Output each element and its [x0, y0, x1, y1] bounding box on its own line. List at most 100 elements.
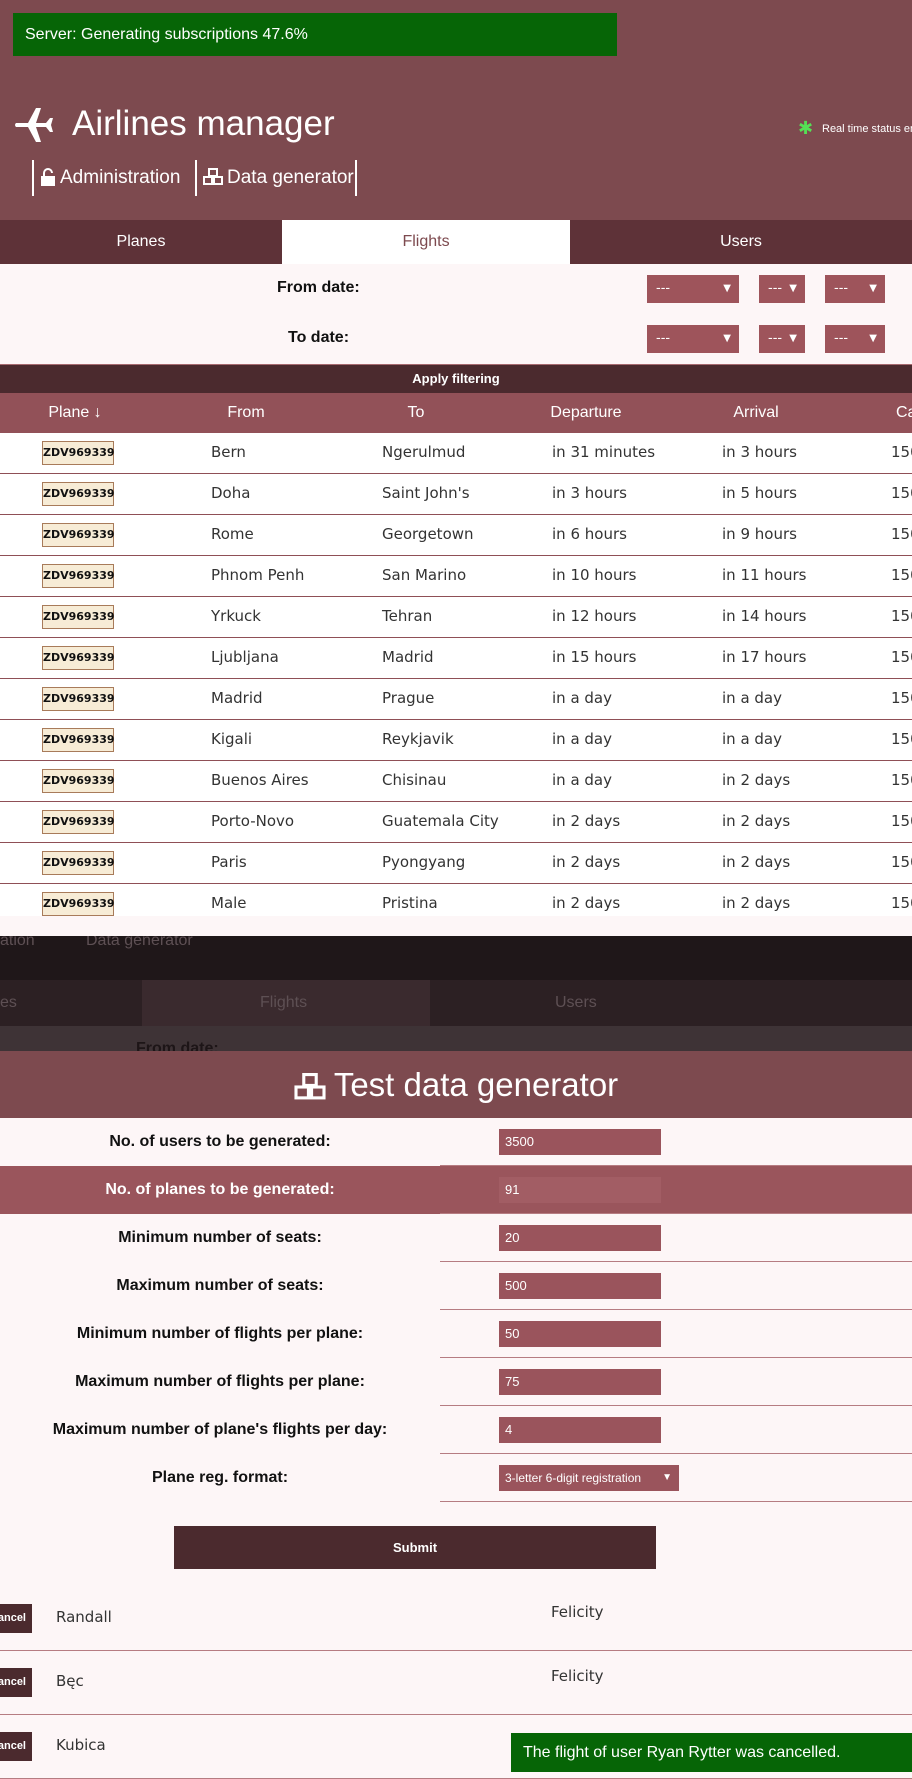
airplane-icon	[15, 108, 53, 142]
tab-planes[interactable]: Planes	[0, 220, 282, 264]
table-row[interactable]: ZDV969339 Buenos Aires Chisinau in a day in …	[0, 761, 912, 802]
cell-departure: in a day	[552, 730, 612, 748]
chevron-down-icon: ▼	[723, 283, 731, 294]
column-header-departure[interactable]: Departure	[536, 393, 636, 433]
realtime-status-text: Real time status en	[822, 123, 912, 135]
cell-to: Pyongyang	[382, 853, 466, 871]
cell-capacity: 150	[891, 484, 912, 502]
cancel-button[interactable]: ancel	[0, 1604, 32, 1633]
to-date-label: To date:	[288, 329, 350, 346]
column-header-from[interactable]: From	[196, 393, 296, 433]
user-secondary: Felicity	[551, 1603, 604, 1621]
generator-field-input[interactable]: 500	[499, 1273, 661, 1299]
table-row[interactable]: ZDV969339 Ljubljana Madrid in 15 hours in 17…	[0, 638, 912, 679]
generator-field-row: Maximum number of flights per plane: 75	[0, 1358, 912, 1406]
table-row[interactable]: ZDV969339 Paris Pyongyang in 2 days in 2 day…	[0, 843, 912, 884]
plane-registration-badge[interactable]: ZDV969339	[42, 646, 115, 670]
plane-registration-badge[interactable]: ZDV969339	[42, 523, 115, 547]
cell-arrival: in 3 hours	[722, 443, 797, 461]
column-header-to[interactable]: To	[366, 393, 466, 433]
submit-button[interactable]: Submit	[174, 1526, 656, 1569]
nav-data-generator-label: Data generator	[227, 167, 354, 188]
nav-data-generator[interactable]: Data generator	[195, 160, 357, 196]
apply-filtering-button[interactable]: Apply filtering	[0, 365, 912, 393]
generator-field-row: Minimum number of seats: 20	[0, 1214, 912, 1262]
cell-from: Porto-Novo	[211, 812, 295, 830]
list-item: ancel Randall Felicity	[0, 1587, 912, 1651]
table-row[interactable]: ZDV969339 Kigali Reykjavik in a day in a day…	[0, 720, 912, 761]
cell-departure: in 2 days	[552, 894, 621, 912]
cell-departure: in 10 hours	[552, 566, 637, 584]
cell-arrival: in a day	[722, 730, 782, 748]
plane-registration-badge[interactable]: ZDV969339	[42, 564, 115, 588]
plane-registration-badge[interactable]: ZDV969339	[42, 810, 115, 834]
table-row[interactable]: ZDV969339 Phnom Penh San Marino in 10 hours…	[0, 556, 912, 597]
from-year-select[interactable]: --- ▼	[647, 275, 739, 303]
generator-field-input[interactable]: 91	[499, 1177, 661, 1203]
table-row[interactable]: ZDV969339 Yrkuck Tehran in 12 hours in 14 ho…	[0, 597, 912, 638]
table-row[interactable]: ZDV969339 Madrid Prague in a day in a day 150	[0, 679, 912, 720]
cell-to: Georgetown	[382, 525, 474, 543]
cell-to: Saint John's	[382, 484, 470, 502]
nav-administration[interactable]: Administration	[32, 160, 194, 196]
table-row[interactable]: ZDV969339 Bern Ngerulmud in 31 minutes in 3 …	[0, 433, 912, 474]
backdrop-tabs	[0, 980, 912, 1026]
generator-field-cell: 50	[440, 1310, 912, 1358]
cell-departure: in 15 hours	[552, 648, 637, 666]
cell-arrival: in 9 hours	[722, 525, 797, 543]
to-year-select[interactable]: --- ▼	[647, 325, 739, 353]
cell-to: Tehran	[382, 607, 433, 625]
generator-field-label: Minimum number of flights per plane:	[0, 1310, 440, 1358]
cubes-icon	[203, 168, 223, 185]
table-row[interactable]: ZDV969339 Porto-Novo Guatemala City in 2 da…	[0, 802, 912, 843]
cell-departure: in a day	[552, 771, 612, 789]
generator-field-row: No. of users to be generated: 3500	[0, 1118, 912, 1166]
table-row[interactable]: ZDV969339 Doha Saint John's in 3 hours in 5 …	[0, 474, 912, 515]
user-name: Bęc	[56, 1672, 84, 1690]
generator-field-row: Maximum number of plane's flights per da…	[0, 1406, 912, 1454]
from-day-select[interactable]: --- ▼	[825, 275, 885, 303]
table-row[interactable]: ZDV969339 Male Pristina in 2 days in 2 days 1…	[0, 884, 912, 916]
reg-format-cell: 3-letter 6-digit registration ▼	[440, 1454, 912, 1502]
generator-field-input[interactable]: 3500	[499, 1129, 661, 1155]
cancel-button[interactable]: ancel	[0, 1668, 32, 1697]
plane-registration-badge[interactable]: ZDV969339	[42, 605, 115, 629]
generator-field-row: No. of planes to be generated: 91	[0, 1166, 912, 1214]
cell-to: Ngerulmud	[382, 443, 466, 461]
cell-capacity: 150	[891, 812, 912, 830]
plane-registration-badge[interactable]: ZDV969339	[42, 892, 115, 916]
user-name: Randall	[56, 1608, 112, 1626]
cell-from: Bern	[211, 443, 246, 461]
from-month-select[interactable]: --- ▼	[759, 275, 805, 303]
generator-field-input[interactable]: 20	[499, 1225, 661, 1251]
realtime-status-icon: ✱	[798, 118, 814, 139]
backdrop-tab-flights: Flights	[260, 994, 308, 1011]
app-title: Airlines manager	[72, 104, 335, 143]
column-header-arrival[interactable]: Arrival	[706, 393, 806, 433]
plane-registration-badge[interactable]: ZDV969339	[42, 851, 115, 875]
cancel-button[interactable]: ancel	[0, 1732, 32, 1761]
generator-field-input[interactable]: 4	[499, 1417, 661, 1443]
to-day-select[interactable]: --- ▼	[825, 325, 885, 353]
tab-users[interactable]: Users	[570, 220, 912, 264]
plane-registration-badge[interactable]: ZDV969339	[42, 769, 115, 793]
plane-registration-badge[interactable]: ZDV969339	[42, 687, 115, 711]
column-header-plane[interactable]: Plane ↓	[25, 393, 125, 433]
plane-registration-badge[interactable]: ZDV969339	[42, 728, 115, 752]
plane-registration-badge[interactable]: ZDV969339	[42, 482, 115, 506]
generator-field-input[interactable]: 75	[499, 1369, 661, 1395]
column-header-capacity[interactable]: Ca	[896, 393, 912, 433]
table-row[interactable]: ZDV969339 Rome Georgetown in 6 hours in 9 ho…	[0, 515, 912, 556]
tab-flights[interactable]: Flights	[282, 220, 570, 264]
to-month-select[interactable]: --- ▼	[759, 325, 805, 353]
generator-field-input[interactable]: 50	[499, 1321, 661, 1347]
cell-from: Kigali	[211, 730, 253, 748]
reg-format-label: Plane reg. format:	[0, 1454, 440, 1502]
reg-format-select[interactable]: 3-letter 6-digit registration ▼	[499, 1465, 679, 1491]
cell-capacity: 150	[891, 566, 912, 584]
cell-capacity: 150	[891, 525, 912, 543]
cell-to: San Marino	[382, 566, 467, 584]
plane-registration-badge[interactable]: ZDV969339	[42, 441, 115, 465]
cell-arrival: in 5 hours	[722, 484, 797, 502]
cell-from: Madrid	[211, 689, 263, 707]
